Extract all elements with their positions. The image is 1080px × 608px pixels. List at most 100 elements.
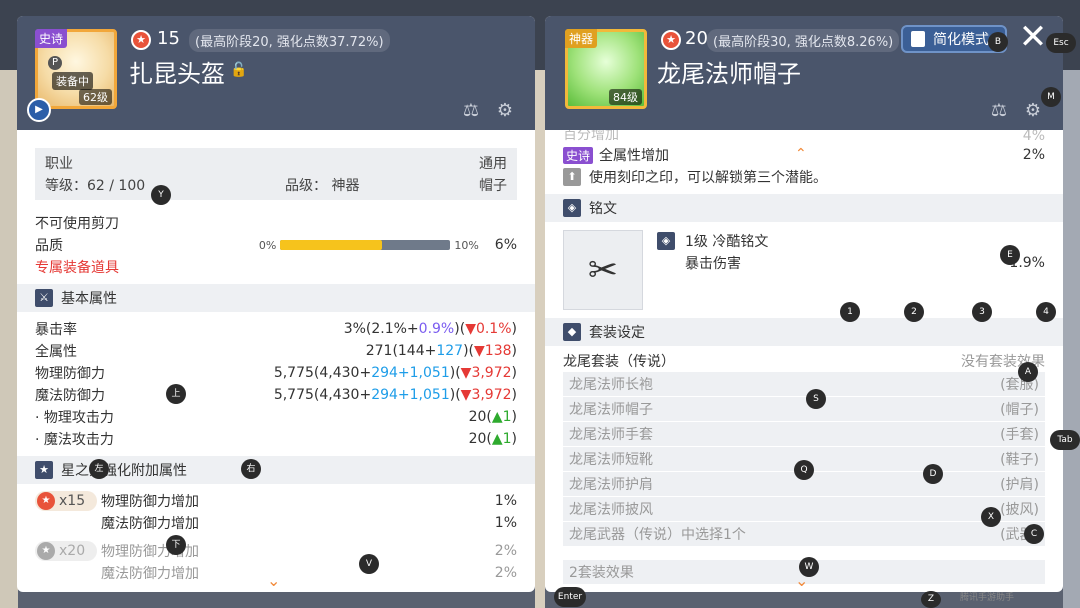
set-icon: ◆ <box>563 323 581 341</box>
set-item-name: 龙尾法师披风 <box>569 502 653 518</box>
star-tier-name: 魔法防御力增加 <box>101 566 199 582</box>
sub-stat-row: · 魔法攻击力 20(▲1) <box>35 428 517 450</box>
stat-bonus: 127 <box>436 343 464 359</box>
key-hint-w: W <box>799 557 819 577</box>
level-tag: 62级 <box>79 89 112 105</box>
star-force-icon: ★ <box>661 30 681 50</box>
key-hint-s: S <box>806 389 826 409</box>
stat-bonus: 294 <box>371 387 398 403</box>
background-right <box>1063 70 1080 608</box>
scroll-down-arrow-icon[interactable]: ⌄ <box>267 571 280 590</box>
key-hint-b: B <box>988 32 1008 52</box>
stat-bonus: 0.9% <box>418 321 455 337</box>
stat-paren: ) <box>511 387 517 403</box>
basic-stats-header: ⚔ 基本属性 <box>17 284 535 312</box>
stat-paren: ) <box>511 321 517 337</box>
star-tier-left: 魔法防御力增加 <box>35 513 199 533</box>
key-hint-esc: Esc <box>1046 33 1076 53</box>
sub-stat-name: · 魔法攻击力 <box>35 432 114 448</box>
set-item-name: 龙尾法师手套 <box>569 427 653 443</box>
quality-value: 6% <box>494 237 517 253</box>
rune-stat: 暴击伤害 <box>685 256 741 272</box>
sub-stat-name: · 物理攻击力 <box>35 410 114 426</box>
item-icon[interactable]: 神器 84级 <box>565 29 647 109</box>
stat-paren: ) <box>511 431 517 447</box>
sub-stat-value: 20(▲1) <box>469 431 517 447</box>
stat-value: 5,775(4,430+294+1,051)(▼3,972) <box>274 387 517 403</box>
stat-row: 全属性 271(144+127)(▼138) <box>35 340 517 362</box>
stat-paren: ) <box>511 365 517 381</box>
settings-gear-icon[interactable]: ⚙ <box>491 100 519 124</box>
rank-text: 品级： 神器 <box>285 178 360 194</box>
star-tier-line: 魔法防御力增加 1% <box>35 512 517 534</box>
stat-row: 物理防御力 5,775(4,430+294+1,051)(▼3,972) <box>35 362 517 384</box>
key-hint-left: 左 <box>89 459 109 479</box>
set-item-name: 龙尾法师长袍 <box>569 377 653 393</box>
key-hint-y: Y <box>151 185 171 205</box>
key-hint-1: 1 <box>840 302 860 322</box>
no-scissors-note: 不可使用剪刀 <box>35 216 119 232</box>
play-icon[interactable]: ▶ <box>27 98 51 122</box>
star-count-pill: ★ x15 <box>35 491 97 511</box>
stamp-icon: ⬆ <box>563 168 581 186</box>
key-hint-e: E <box>1000 245 1020 265</box>
star-tier-name: 魔法防御力增加 <box>101 516 199 532</box>
star-tier-name: 物理防御力增加 <box>101 494 199 510</box>
sword-icon: ⚔ <box>35 289 53 307</box>
set-header: ◆ 套装设定 <box>545 318 1063 346</box>
compare-scale-icon[interactable]: ⚖ <box>985 100 1013 124</box>
set-item-slot: (帽子) <box>1000 402 1039 418</box>
stat-base: 5,775(4,430+ <box>273 365 372 381</box>
star-icon: ★ <box>35 461 53 479</box>
diamond-icon: ◈ <box>563 199 581 217</box>
key-hint-z: Z <box>921 591 941 608</box>
potential-partial-line: 百分增加 4% <box>563 130 1045 144</box>
item-icon[interactable]: 史诗 P 装备中 62级 <box>35 29 117 109</box>
close-button[interactable]: ✕ <box>1017 20 1049 54</box>
stat-diff-up: ▲1 <box>491 431 512 447</box>
star-tier-line: ★ x20 物理防御力增加 2% <box>35 540 517 562</box>
equipped-tag: 装备中 <box>52 72 93 90</box>
potential-grade-tag: 史诗 <box>563 147 594 164</box>
stat-bonus: 294 <box>371 365 398 381</box>
stat-paren: ) <box>511 343 517 359</box>
set-item-slot: (手套) <box>1000 427 1039 443</box>
star-tier: ★ x15 物理防御力增加 1% 魔法防御力增加 1% <box>35 490 517 534</box>
stat-base: 5,775(4,430+ <box>273 387 372 403</box>
sub-stats-list: · 物理攻击力 20(▲1) · 魔法攻击力 20(▲1) <box>35 406 517 450</box>
set-item-row: 龙尾法师手套 (手套) <box>563 422 1045 446</box>
unlock-potential-row[interactable]: ⬆ 使用刻印之印，可以解锁第三个潜能。 <box>563 166 1045 188</box>
set-name: 龙尾套装（传说） <box>563 354 675 370</box>
stat-base: 271(144+ <box>365 343 437 359</box>
stat-name: 全属性 <box>35 344 77 360</box>
stat-row: 暴击率 3%(2.1%+0.9%)(▼0.1%) <box>35 318 517 340</box>
star-count: 20 <box>685 28 708 49</box>
compare-scale-icon[interactable]: ⚖ <box>457 100 485 124</box>
stat-base: 20( <box>468 409 492 425</box>
key-hint-m: M <box>1041 87 1061 107</box>
key-hint-right: 右 <box>241 459 261 479</box>
key-hint-2: 2 <box>904 302 924 322</box>
set-items-list: 龙尾法师长袍 (套服) 龙尾法师帽子 (帽子) 龙尾法师手套 (手套) 龙尾法师短靴 (鞋子)… <box>563 372 1045 546</box>
rune-icon[interactable]: ✂ <box>563 230 643 310</box>
diamond-icon: ◈ <box>657 232 675 250</box>
set-item-slot: (披风) <box>1000 502 1039 518</box>
document-icon <box>911 31 925 47</box>
key-hint-enter: Enter <box>554 587 586 607</box>
star-count-text: x15 <box>59 493 86 509</box>
star-tier-value: 2% <box>494 543 517 559</box>
set-item-slot: (护肩) <box>1000 477 1039 493</box>
item-detail-scroll[interactable]: 职业 通用 等级：62 / 100 品级： 神器 帽子 不可使用剪刀 品质 0%… <box>17 130 535 592</box>
stat-value: 3%(2.1%+0.9%)(▼0.1%) <box>344 321 517 337</box>
set-item-row: 龙尾法师披风 (披风) <box>563 497 1045 521</box>
watermark: 腾讯手游助手 <box>960 593 1015 603</box>
unlock-icon[interactable]: 🔓 <box>230 62 247 78</box>
scroll-up-arrow-icon[interactable]: ⌃ <box>795 146 807 162</box>
key-hint-c: C <box>1024 524 1044 544</box>
key-hint-3: 3 <box>972 302 992 322</box>
stat-paren: )( <box>454 321 466 337</box>
set-item-name: 龙尾法师帽子 <box>569 402 653 418</box>
potential-value: 2% <box>1022 147 1045 163</box>
quality-max: 10% <box>454 238 479 252</box>
type-value: 帽子 <box>479 178 507 194</box>
